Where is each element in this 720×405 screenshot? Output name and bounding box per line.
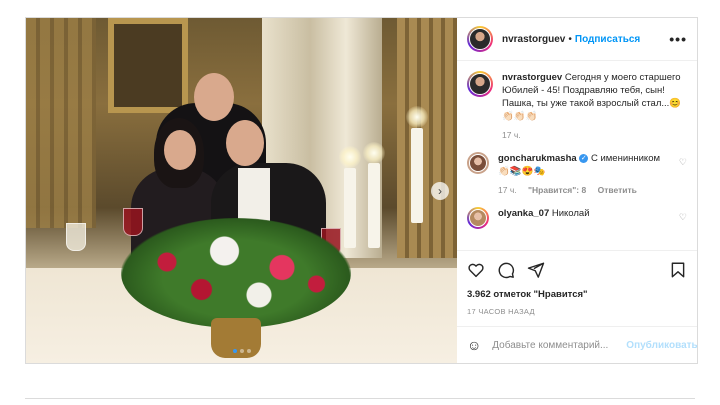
author-username[interactable]: nvrastorguev — [502, 34, 565, 45]
comment-like-heart-icon[interactable]: ♡ — [679, 156, 687, 197]
photo-candle — [411, 128, 423, 223]
comment-text: Николай — [551, 208, 590, 219]
photo-flower-bouquet — [121, 218, 351, 328]
carousel-next-button[interactable]: › — [431, 182, 449, 200]
comment-like-heart-icon[interactable]: ♡ — [679, 211, 687, 229]
photo-candle — [344, 168, 356, 248]
heart-icon[interactable] — [467, 261, 485, 279]
caption: nvrastorguev Сегодня у моего старшего Юб… — [467, 71, 687, 142]
photo-face-older-man — [194, 73, 234, 121]
comment-icon[interactable] — [497, 261, 515, 279]
avatar-image — [469, 154, 487, 172]
post-header: nvrastorguev • Подписаться ••• — [457, 18, 697, 61]
comment-avatar[interactable] — [467, 152, 489, 174]
comment-likes[interactable]: "Нравится": 8 — [528, 185, 586, 195]
more-options-icon[interactable]: ••• — [669, 31, 687, 47]
caption-username[interactable]: nvrastorguev — [502, 72, 562, 83]
follow-separator: • — [568, 33, 572, 45]
photo-wine-glass — [123, 208, 143, 236]
author-avatar[interactable] — [467, 26, 493, 52]
comment-body: goncharukmasha ✓ С именинником 👏🏻📚😍🎭 17 … — [498, 152, 673, 197]
post-actions: 3.962 отметок "Нравится" 17 ЧАСОВ НАЗАД — [457, 250, 697, 316]
comment-time[interactable]: 17 ч. — [498, 185, 517, 195]
photo-face-woman — [164, 130, 196, 170]
verified-badge-icon: ✓ — [579, 153, 589, 163]
caption-body: nvrastorguev Сегодня у моего старшего Юб… — [502, 71, 687, 142]
post-sidebar: nvrastorguev • Подписаться ••• nvrastorg… — [457, 18, 698, 363]
comment-username[interactable]: olyanka_07 — [498, 208, 549, 219]
photo-candle-flame — [363, 142, 385, 164]
instagram-post: › nvrastorguev • Подписаться ••• nvrasto… — [25, 17, 698, 364]
action-icons — [467, 257, 687, 283]
carousel-dot — [246, 349, 251, 353]
photo-candle-flame — [406, 106, 428, 128]
photo-mirror-frame — [108, 18, 188, 113]
carousel-dot — [232, 349, 237, 353]
photo-water-glass — [66, 223, 86, 251]
footer-divider — [25, 398, 695, 399]
publish-button[interactable]: Опубликовать — [626, 340, 697, 351]
comment-input[interactable] — [490, 338, 627, 352]
comment-row: goncharukmasha ✓ С именинником 👏🏻📚😍🎭 17 … — [467, 152, 687, 197]
photo-face-man — [226, 120, 264, 166]
follow-button[interactable]: Подписаться — [575, 34, 640, 45]
caption-time[interactable]: 17 ч. — [502, 130, 521, 140]
comment-meta: 17 ч. "Нравится": 8 Ответить — [498, 184, 673, 197]
emoji-icon[interactable]: ☺ — [467, 337, 481, 353]
photo-candle-flame — [339, 146, 361, 168]
likes-count[interactable]: 3.962 отметок "Нравится" — [467, 289, 687, 300]
share-icon[interactable] — [527, 261, 545, 279]
photo-wall-decor — [26, 18, 96, 228]
comments-list[interactable]: nvrastorguev Сегодня у моего старшего Юб… — [457, 61, 697, 250]
comment-body: olyanka_07 Николай — [498, 207, 673, 229]
photo-curtain-right — [397, 18, 457, 258]
photo-candle — [368, 163, 380, 248]
avatar-image — [469, 28, 491, 50]
add-comment-bar: ☺ Опубликовать — [457, 326, 698, 363]
bookmark-icon[interactable] — [669, 261, 687, 279]
comment-reply-button[interactable]: Ответить — [598, 185, 637, 195]
post-photo[interactable]: › — [26, 18, 457, 363]
carousel-dots — [232, 349, 251, 353]
avatar-image — [469, 73, 491, 95]
avatar-image — [469, 209, 487, 227]
carousel-dot — [239, 349, 244, 353]
chevron-right-icon: › — [438, 184, 442, 198]
comment-avatar[interactable] — [467, 207, 489, 229]
comment-username[interactable]: goncharukmasha — [498, 153, 577, 164]
post-timestamp[interactable]: 17 ЧАСОВ НАЗАД — [467, 307, 687, 316]
comment-row: olyanka_07 Николай ♡ — [467, 207, 687, 229]
caption-meta: 17 ч. — [502, 129, 687, 142]
caption-avatar[interactable] — [467, 71, 493, 97]
